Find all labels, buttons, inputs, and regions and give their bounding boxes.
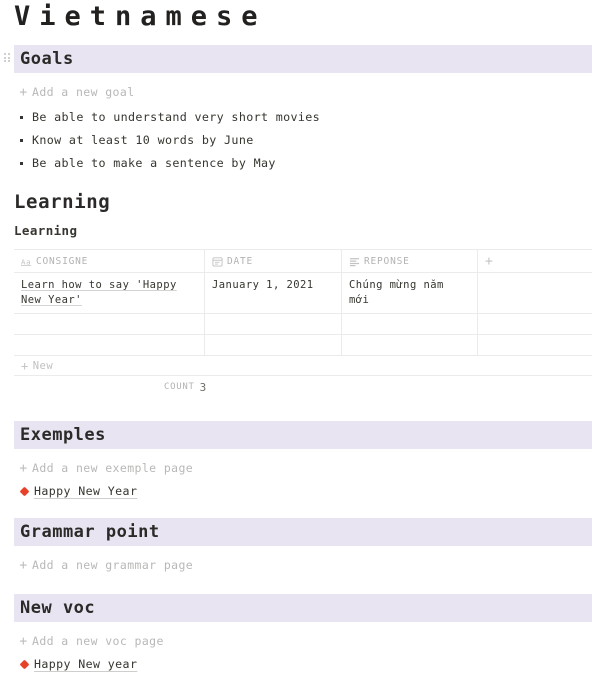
list-item[interactable]: Happy New year: [18, 654, 592, 674]
notion-page: Vietnamese Goals + Add a new goal Be abl…: [0, 0, 592, 678]
count-value: 3: [199, 380, 207, 394]
add-new-exemple-button[interactable]: + Add a new exemple page: [18, 459, 592, 477]
table-cell-consigne[interactable]: [14, 335, 205, 356]
table-cell-reponse[interactable]: Chúng mừng năm mới: [342, 273, 478, 314]
page-title: Vietnamese: [14, 1, 267, 32]
section-exemples: Exemples + Add a new exemple page Happy …: [0, 421, 592, 501]
list-item[interactable]: Be able to understand very short movies: [20, 106, 592, 129]
goals-bullet-list: Be able to understand very short movies …: [20, 106, 592, 175]
title-aa-icon: Aa: [21, 256, 32, 267]
add-new-grammar-label: Add a new grammar page: [32, 558, 194, 572]
table-column-label: REPONSE: [364, 255, 410, 267]
table-header-row: Aa CONSIGNE DATE REPONSE +: [14, 250, 592, 273]
table-cell-consigne[interactable]: [14, 314, 205, 335]
add-new-exemple-label: Add a new exemple page: [32, 461, 194, 475]
section-goals: Goals + Add a new goal Be able to unders…: [0, 45, 592, 175]
section-title-grammar-point: Grammar point: [20, 522, 160, 542]
database-title-learning: Learning: [14, 223, 78, 238]
table-cell-date[interactable]: [205, 314, 342, 335]
add-new-row-button[interactable]: + New: [14, 356, 592, 376]
add-new-voc-button[interactable]: + Add a new voc page: [18, 632, 592, 650]
list-item[interactable]: Know at least 10 words by June: [20, 129, 592, 152]
table-column-header-consigne[interactable]: Aa CONSIGNE: [14, 250, 205, 273]
table-cell-reponse[interactable]: [342, 314, 478, 335]
table-cell-empty: [478, 314, 592, 335]
table-cell-date[interactable]: January 1, 2021: [205, 273, 342, 314]
list-item-label: Know at least 10 words by June: [32, 133, 254, 147]
section-header-goals[interactable]: Goals: [4, 45, 592, 73]
section-learning: Learning Learning: [0, 190, 592, 240]
plus-icon: +: [19, 633, 28, 649]
section-header-grammar-point[interactable]: Grammar point: [14, 518, 592, 546]
page-link-label[interactable]: Happy New year: [34, 657, 137, 671]
section-title-goals: Goals: [20, 49, 74, 69]
table-row[interactable]: Learn how to say 'Happy New Year' Januar…: [14, 273, 592, 314]
table-cell-reponse[interactable]: [342, 335, 478, 356]
section-title-exemples: Exemples: [20, 425, 106, 445]
text-lines-icon: [349, 256, 360, 267]
plus-icon: +: [19, 84, 28, 100]
section-grammar-point: Grammar point + Add a new grammar page: [0, 518, 592, 574]
plus-icon: +: [21, 358, 29, 373]
table-count-footer[interactable]: COUNT 3: [14, 376, 592, 398]
table-cell-page-link[interactable]: Learn how to say 'Happy New Year': [21, 279, 177, 306]
add-new-voc-label: Add a new voc page: [32, 634, 164, 648]
heading-learning: Learning: [14, 191, 111, 213]
bullet-icon: [20, 129, 32, 152]
red-diamond-page-icon: [18, 486, 31, 496]
learning-database-table: Aa CONSIGNE DATE REPONSE + Learn how to …: [14, 249, 592, 398]
bullet-icon: [20, 106, 32, 129]
add-column-button[interactable]: +: [478, 250, 592, 273]
section-title-new-voc: New voc: [20, 598, 96, 618]
page-link-label[interactable]: Happy New Year: [34, 484, 137, 498]
section-header-new-voc[interactable]: New voc: [14, 594, 592, 622]
table-row[interactable]: [14, 335, 592, 356]
plus-icon: +: [485, 253, 494, 269]
table-cell-empty: [478, 273, 592, 314]
add-new-goal-label: Add a new goal: [32, 85, 135, 99]
red-diamond-page-icon: [18, 659, 31, 669]
table-cell-date[interactable]: [205, 335, 342, 356]
add-new-grammar-button[interactable]: + Add a new grammar page: [18, 556, 592, 574]
section-new-voc: New voc + Add a new voc page Happy New y…: [0, 594, 592, 674]
list-item-label: Be able to understand very short movies: [32, 110, 321, 124]
add-new-goal-button[interactable]: + Add a new goal: [18, 83, 592, 101]
add-new-row-label: New: [32, 359, 54, 372]
list-item[interactable]: Be able to make a sentence by May: [20, 152, 592, 175]
bullet-icon: [20, 152, 32, 175]
list-item-label: Be able to make a sentence by May: [32, 156, 276, 170]
table-column-header-reponse[interactable]: REPONSE: [342, 250, 478, 273]
plus-icon: +: [19, 557, 28, 573]
section-header-exemples[interactable]: Exemples: [14, 421, 592, 449]
calendar-icon: [212, 256, 223, 267]
drag-handle-icon[interactable]: [4, 53, 10, 64]
svg-text:Aa: Aa: [21, 257, 31, 266]
list-item[interactable]: Happy New Year: [18, 481, 592, 501]
table-column-label: CONSIGNE: [36, 255, 89, 267]
count-label: COUNT: [164, 382, 195, 392]
plus-icon: +: [19, 460, 28, 476]
table-column-label: DATE: [227, 255, 254, 267]
table-row[interactable]: [14, 314, 592, 335]
table-cell-consigne[interactable]: Learn how to say 'Happy New Year': [14, 273, 205, 314]
table-column-header-date[interactable]: DATE: [205, 250, 342, 273]
table-cell-empty: [478, 335, 592, 356]
